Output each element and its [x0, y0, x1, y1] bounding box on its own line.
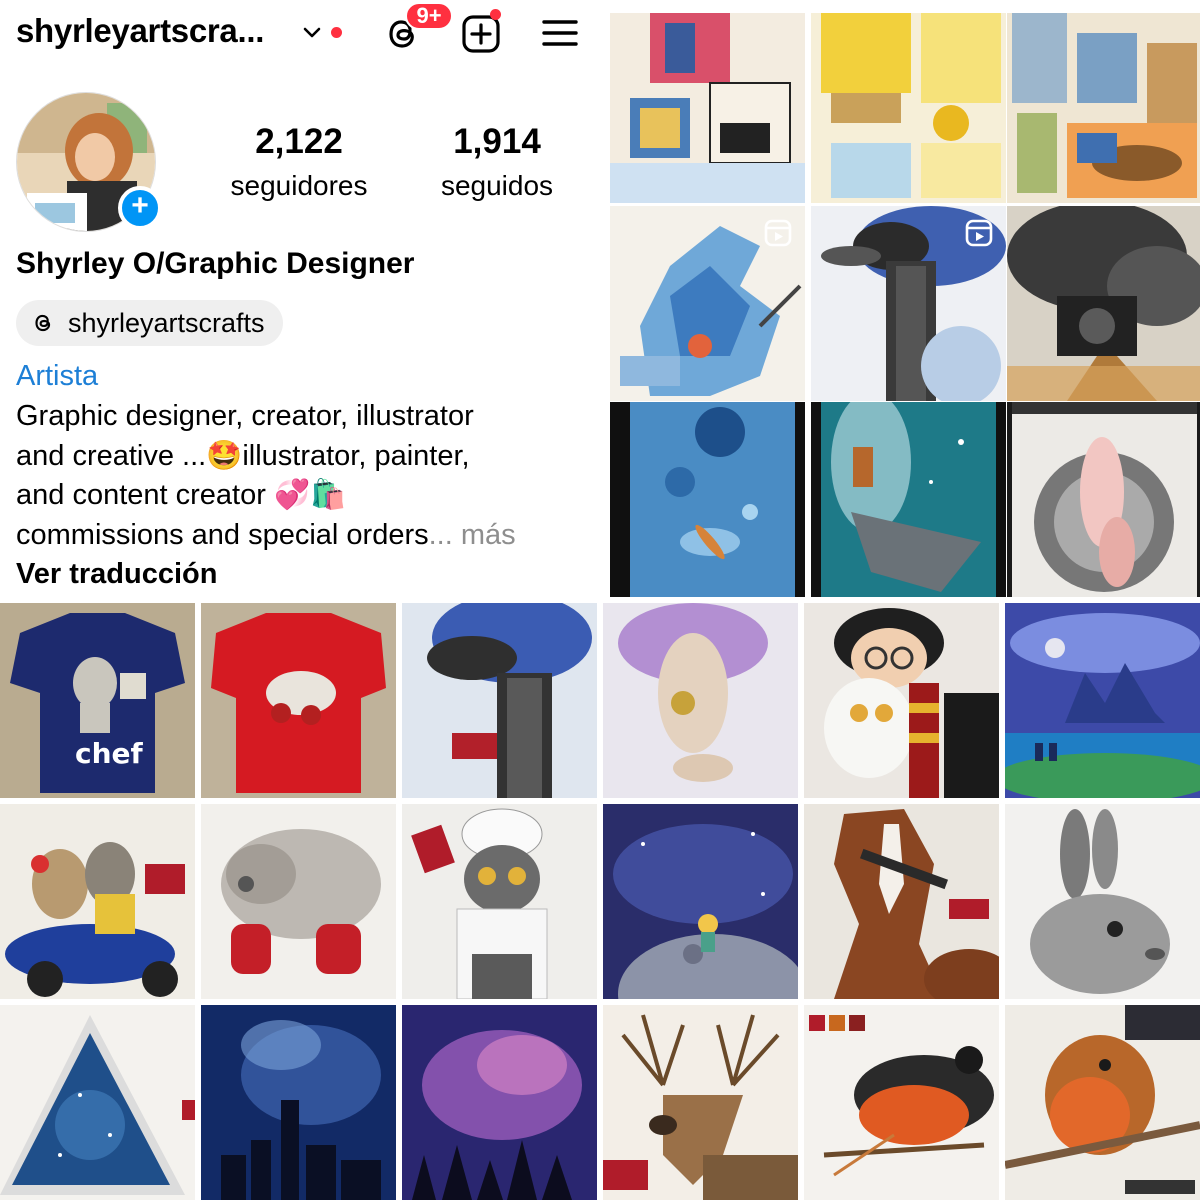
- more-link[interactable]: ... más: [429, 519, 516, 551]
- see-translation-link[interactable]: Ver traducción: [16, 558, 217, 591]
- svg-text:chef: chef: [75, 737, 144, 770]
- threads-handle: shyrleyartscrafts: [68, 307, 265, 338]
- post-tile[interactable]: [804, 804, 999, 999]
- post-tile[interactable]: [201, 804, 396, 999]
- posts-grid-top-right: [603, 0, 1200, 597]
- post-tile[interactable]: [603, 603, 798, 798]
- post-tile[interactable]: [610, 206, 805, 401]
- chevron-down-icon[interactable]: [302, 24, 322, 42]
- post-tile[interactable]: [201, 1005, 396, 1200]
- following-label: seguidos: [440, 170, 554, 201]
- following-stat[interactable]: 1,914 seguidos: [412, 122, 582, 202]
- add-notification-dot: [490, 9, 501, 20]
- bio-line-text: commissions and special orders: [16, 518, 429, 551]
- post-tile[interactable]: [201, 603, 396, 798]
- hamburger-menu-icon[interactable]: [540, 16, 580, 50]
- threads-icon: [35, 314, 51, 332]
- post-tile[interactable]: [402, 603, 597, 798]
- posts-grid-bottom-right: [603, 603, 1200, 1200]
- threads-profile-link[interactable]: shyrleyartscrafts: [16, 300, 283, 346]
- username-switcher[interactable]: shyrleyartscra...: [16, 12, 264, 50]
- bio-line-last: commissions and special orders... más: [16, 516, 596, 556]
- post-tile[interactable]: [804, 603, 999, 798]
- bio-line: and creative ...🤩illustrator, painter,: [16, 439, 470, 472]
- profile-bio: Graphic designer, creator, illustrator a…: [16, 397, 596, 555]
- post-tile[interactable]: [804, 1005, 999, 1200]
- post-tile[interactable]: [0, 804, 195, 999]
- post-tile[interactable]: [610, 13, 805, 203]
- account-notification-dot: [331, 27, 342, 38]
- post-tile[interactable]: [811, 13, 1006, 203]
- notification-badge: 9+: [405, 2, 453, 30]
- display-name: Shyrley O/Graphic Designer: [16, 247, 415, 280]
- bio-line: Graphic designer, creator, illustrator: [16, 400, 474, 432]
- profile-category: Artista: [16, 360, 99, 392]
- add-story-button[interactable]: +: [118, 186, 162, 230]
- post-tile[interactable]: [603, 1005, 798, 1200]
- posts-grid-bottom-left: chef: [0, 603, 597, 1200]
- following-count: 1,914: [453, 122, 541, 161]
- post-tile[interactable]: chef: [0, 603, 195, 798]
- post-tile[interactable]: [1007, 13, 1200, 203]
- post-tile[interactable]: [1007, 206, 1200, 401]
- bio-line: and content creator 💞🛍️: [16, 479, 347, 511]
- post-tile[interactable]: [1005, 1005, 1200, 1200]
- post-tile[interactable]: [610, 402, 805, 597]
- post-tile[interactable]: [811, 402, 1006, 597]
- post-tile[interactable]: [402, 804, 597, 999]
- post-tile[interactable]: [1005, 804, 1200, 999]
- post-tile[interactable]: [0, 1005, 195, 1200]
- post-tile[interactable]: [402, 1005, 597, 1200]
- post-tile[interactable]: [603, 804, 798, 999]
- post-tile[interactable]: [1005, 603, 1200, 798]
- reel-icon: [764, 219, 792, 247]
- profile-avatar[interactable]: +: [16, 92, 162, 232]
- followers-stat[interactable]: 2,122 seguidores: [214, 122, 384, 202]
- reel-icon: [965, 219, 993, 247]
- profile-panel: shyrleyartscra... 9+ + 2,122 seguidores …: [0, 0, 603, 600]
- followers-count: 2,122: [255, 122, 343, 161]
- post-tile[interactable]: [1007, 402, 1200, 597]
- post-tile[interactable]: [811, 206, 1006, 401]
- followers-label: seguidores: [230, 170, 368, 201]
- top-bar: shyrleyartscra... 9+: [0, 0, 603, 70]
